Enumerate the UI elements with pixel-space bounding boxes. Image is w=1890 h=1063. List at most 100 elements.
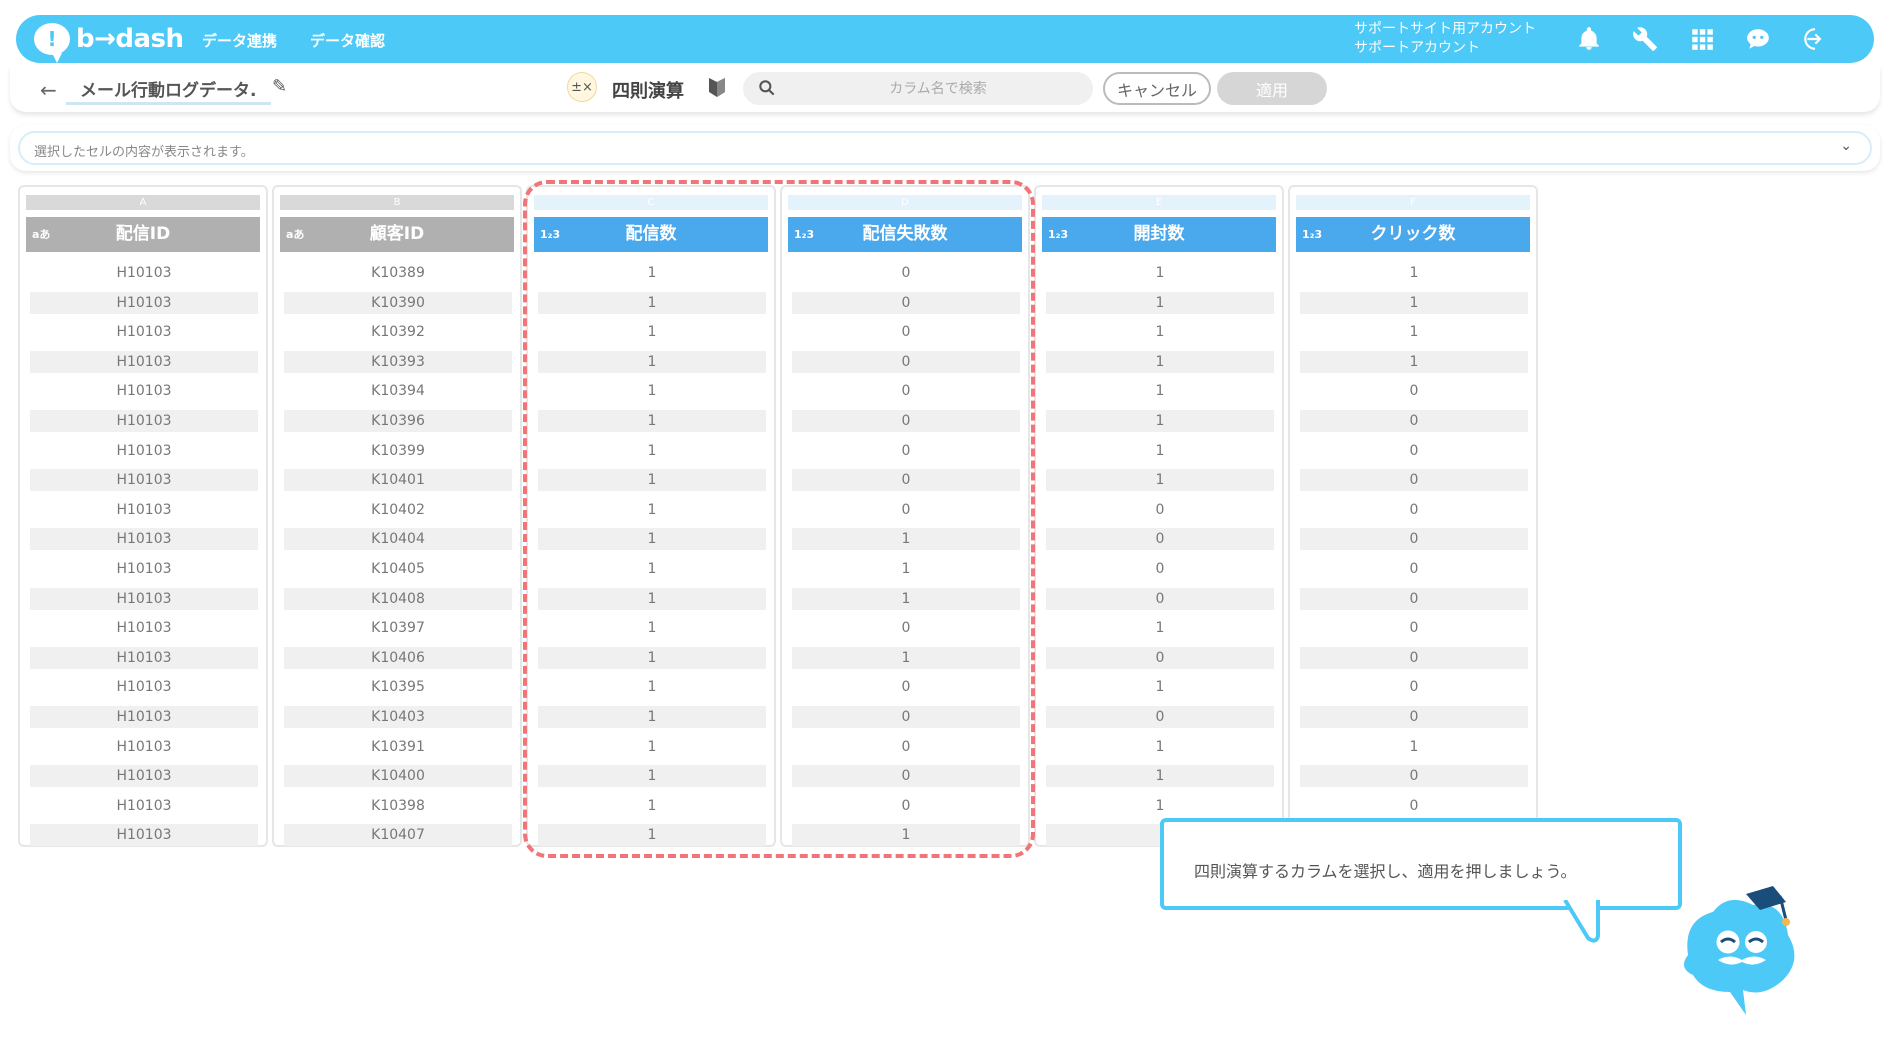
table-cell[interactable]: K10407 [284,824,512,847]
table-cell[interactable]: H10103 [30,262,258,284]
table-cell[interactable]: 1 [1046,795,1274,817]
table-cell[interactable]: H10103 [30,765,258,788]
table-cell[interactable]: H10103 [30,705,258,728]
table-cell[interactable]: 0 [1300,440,1528,462]
table-cell[interactable]: 1 [1300,321,1528,343]
column-header[interactable]: 1₂3 開封数 [1042,217,1276,252]
table-cell[interactable]: K10406 [284,646,512,669]
table-cell[interactable]: H10103 [30,528,258,551]
table-cell[interactable]: 1 [1046,409,1274,432]
table-cell[interactable]: 0 [1300,795,1528,817]
table-cell[interactable]: 0 [1046,587,1274,610]
table-cell[interactable]: K10399 [284,440,512,462]
table-cell[interactable]: 0 [1300,528,1528,551]
table-cell[interactable]: K10398 [284,795,512,817]
table-cell[interactable]: 1 [1046,291,1274,314]
table-cell[interactable]: 1 [1046,736,1274,758]
table-cell[interactable]: 0 [1300,499,1528,521]
column-b[interactable]: Baあ 顧客ID K10389 K10390 K10392 K10393 K10394 K10… [272,185,522,847]
table-cell[interactable]: 0 [1046,705,1274,728]
table-cell[interactable]: K10404 [284,528,512,551]
apply-button[interactable]: 適用 [1217,72,1327,105]
table-cell[interactable]: H10103 [30,587,258,610]
table-cell[interactable]: H10103 [30,795,258,817]
column-header[interactable]: 1₂3 クリック数 [1296,217,1530,252]
table-cell[interactable]: 0 [1046,646,1274,669]
column-a[interactable]: Aaあ 配信ID H10103 H10103 H10103 H10103 H10103 H10… [18,185,268,847]
bdash-logo[interactable]: ! b→dash [34,21,184,63]
table-cell[interactable]: H10103 [30,469,258,492]
table-cell[interactable]: 0 [1046,558,1274,580]
table-cell[interactable]: 1 [1300,736,1528,758]
table-cell[interactable]: 0 [1300,558,1528,580]
nav-data-integration[interactable]: データ連携 [202,30,277,51]
table-cell[interactable]: 0 [1300,469,1528,492]
table-cell[interactable]: 0 [1300,705,1528,728]
table-cell[interactable]: K10403 [284,705,512,728]
table-cell[interactable]: H10103 [30,558,258,580]
table-cell[interactable]: K10395 [284,676,512,698]
cancel-button[interactable]: キャンセル [1103,72,1211,105]
table-cell[interactable]: 1 [1046,262,1274,284]
bell-icon[interactable] [1574,24,1604,54]
column-f[interactable]: F 1₂3 クリック数 1 1 1 1 0 0 0 0 0 0 0 0 0 0 0 0 1 0 0 [1288,185,1538,847]
table-cell[interactable]: K10393 [284,350,512,373]
table-cell[interactable]: 0 [1300,646,1528,669]
table-cell[interactable]: H10103 [30,440,258,462]
chevron-down-icon[interactable]: ⌄ [1840,138,1852,154]
table-cell[interactable]: K10389 [284,262,512,284]
table-cell[interactable]: 0 [1300,409,1528,432]
table-cell[interactable]: K10391 [284,736,512,758]
table-cell[interactable]: H10103 [30,676,258,698]
table-cell[interactable]: H10103 [30,350,258,373]
table-cell[interactable]: 0 [1300,765,1528,788]
table-cell[interactable]: 1 [1046,765,1274,788]
table-cell[interactable]: 0 [1046,528,1274,551]
dataset-name[interactable]: メール行動ログデータ. [80,76,256,101]
table-cell[interactable]: 1 [1046,469,1274,492]
table-cell[interactable]: 0 [1046,499,1274,521]
table-cell[interactable]: 1 [1046,617,1274,639]
table-cell[interactable]: H10103 [30,499,258,521]
beginner-mark-icon[interactable] [707,75,727,99]
table-cell[interactable]: H10103 [30,380,258,402]
nav-data-check[interactable]: データ確認 [310,30,385,51]
table-cell[interactable]: H10103 [30,409,258,432]
table-cell[interactable]: 0 [1300,380,1528,402]
column-header[interactable]: aあ 配信ID [26,217,260,252]
table-cell[interactable]: 1 [1046,380,1274,402]
table-cell[interactable]: 0 [1300,587,1528,610]
table-cell[interactable]: K10405 [284,558,512,580]
table-cell[interactable]: 0 [1300,617,1528,639]
cell-content-bar[interactable]: 選択したセルの内容が表示されます。 ⌄ [18,131,1872,165]
column-header[interactable]: aあ 顧客ID [280,217,514,252]
table-cell[interactable]: 1 [1046,676,1274,698]
table-cell[interactable]: K10397 [284,617,512,639]
table-cell[interactable]: 1 [1300,350,1528,373]
table-cell[interactable]: 1 [1300,262,1528,284]
back-arrow-icon[interactable]: ← [40,78,57,102]
table-cell[interactable]: K10408 [284,587,512,610]
table-cell[interactable]: H10103 [30,736,258,758]
pencil-icon[interactable]: ✎ [272,76,287,97]
table-cell[interactable]: H10103 [30,617,258,639]
table-cell[interactable]: K10390 [284,291,512,314]
table-cell[interactable]: 1 [1046,440,1274,462]
wrench-icon[interactable] [1630,24,1660,54]
table-cell[interactable]: 1 [1046,350,1274,373]
support-chat-icon[interactable] [1743,24,1773,54]
table-cell[interactable]: K10401 [284,469,512,492]
apps-grid-icon[interactable] [1687,24,1717,54]
table-cell[interactable]: H10103 [30,291,258,314]
table-cell[interactable]: K10394 [284,380,512,402]
search-input[interactable] [793,72,1083,105]
table-cell[interactable]: H10103 [30,646,258,669]
table-cell[interactable]: 1 [1300,291,1528,314]
logout-icon[interactable] [1800,24,1830,54]
table-cell[interactable]: K10402 [284,499,512,521]
table-cell[interactable]: H10103 [30,824,258,847]
account-info[interactable]: サポートサイト用アカウント サポートアカウント [1354,20,1536,58]
table-cell[interactable]: 1 [1046,321,1274,343]
table-cell[interactable]: K10400 [284,765,512,788]
table-cell[interactable]: K10392 [284,321,512,343]
